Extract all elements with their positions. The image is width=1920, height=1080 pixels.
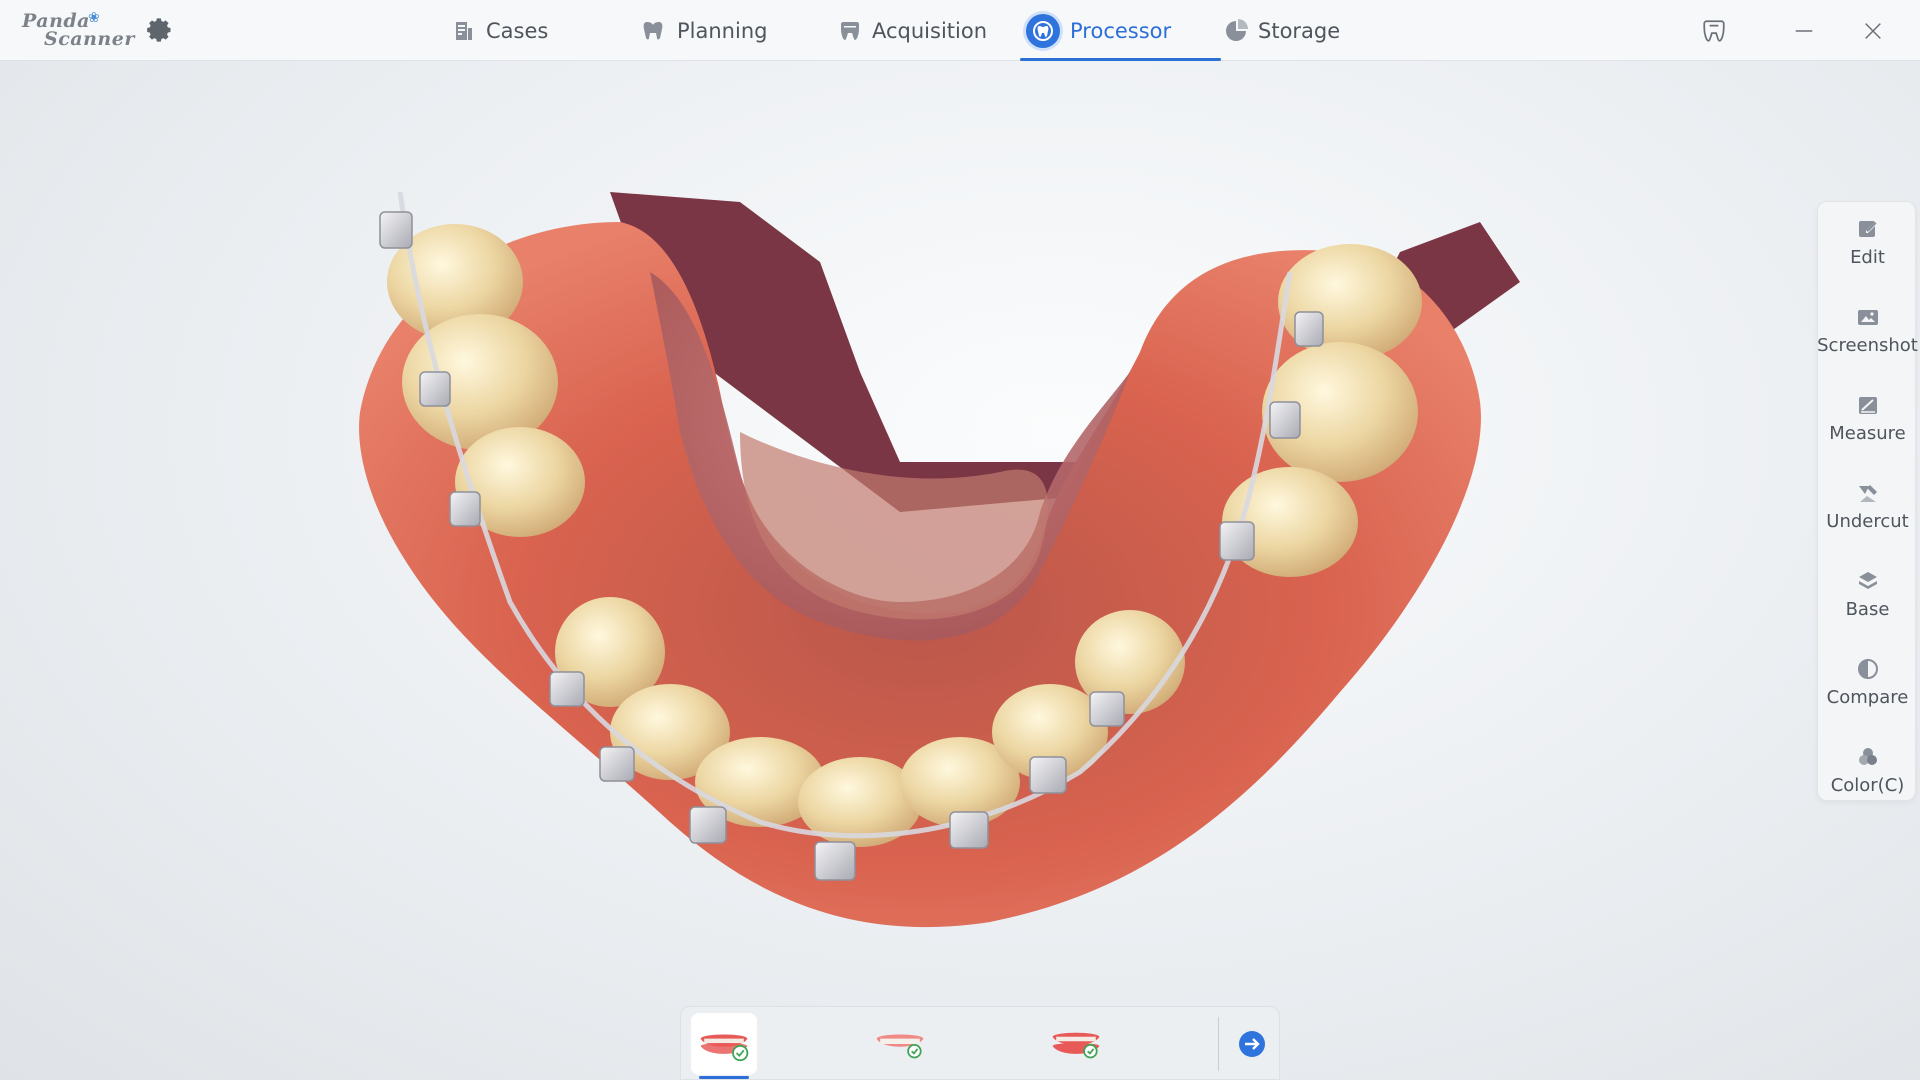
screenshot-icon <box>1857 309 1878 325</box>
minimize-icon[interactable] <box>1787 14 1821 48</box>
tool-panel: Edit Screenshot Measure Undercut Base Co… <box>1817 201 1918 801</box>
tool-color[interactable]: Color(C) <box>1818 730 1917 810</box>
tool-compare[interactable]: Compare <box>1818 642 1917 722</box>
tab-processor[interactable]: Processor <box>1020 0 1222 61</box>
tool-base-label: Base <box>1845 598 1890 620</box>
next-step-arrow-icon[interactable] <box>1233 1025 1271 1063</box>
tab-processor-label: Processor <box>1070 18 1172 43</box>
upper-jaw-button[interactable] <box>867 1013 933 1075</box>
tab-acquisition-label: Acquisition <box>872 18 988 43</box>
3d-viewport[interactable] <box>0 62 1920 1080</box>
compare-icon <box>1857 658 1878 679</box>
tab-cases-label: Cases <box>486 18 549 43</box>
dental-scan-model[interactable] <box>340 132 1640 1052</box>
active-tab-indicator <box>1020 58 1222 61</box>
tool-undercut-label: Undercut <box>1826 510 1909 532</box>
color-icon <box>1858 747 1877 765</box>
tool-edit-label: Edit <box>1850 246 1885 268</box>
tool-undercut[interactable]: Undercut <box>1818 466 1917 546</box>
tool-color-label: Color(C) <box>1830 774 1905 796</box>
tab-acquisition[interactable]: Acquisition <box>832 0 993 61</box>
base-icon <box>1858 571 1877 589</box>
panda-scanner-logo: Panda ❀ Scanner <box>20 10 134 50</box>
tab-storage-label: Storage <box>1258 18 1341 43</box>
cases-icon <box>456 21 472 40</box>
tool-screenshot[interactable]: Screenshot <box>1817 290 1918 370</box>
tooth-view-icon[interactable] <box>1697 14 1731 48</box>
lower-jaw-button[interactable] <box>691 1013 757 1079</box>
close-icon[interactable] <box>1856 14 1890 48</box>
undercut-icon <box>1858 484 1877 502</box>
paw-icon: ❀ <box>88 10 100 26</box>
upper-jaw-icon <box>876 1034 924 1059</box>
storage-icon <box>1226 18 1248 41</box>
tab-cases[interactable]: Cases <box>446 0 554 61</box>
jaw-selector-bar <box>680 1006 1280 1080</box>
tool-base[interactable]: Base <box>1818 554 1917 634</box>
bite-button[interactable] <box>1043 1013 1109 1075</box>
tab-planning[interactable]: Planning <box>637 0 773 61</box>
tool-screenshot-label: Screenshot <box>1817 334 1918 356</box>
processor-icon <box>1026 13 1060 48</box>
measure-icon <box>1858 396 1877 414</box>
edit-icon <box>1858 220 1877 237</box>
acquisition-icon <box>841 21 859 40</box>
bite-icon <box>1052 1032 1100 1059</box>
jaw-bar-divider <box>1218 1017 1219 1071</box>
tool-measure[interactable]: Measure <box>1818 378 1917 458</box>
planning-icon <box>643 21 663 39</box>
tool-measure-label: Measure <box>1829 422 1906 444</box>
tab-planning-label: Planning <box>677 18 768 43</box>
settings-gear-icon[interactable] <box>146 16 174 44</box>
logo-line2: Scanner <box>44 28 135 50</box>
tab-storage[interactable]: Storage <box>1218 0 1346 61</box>
tool-edit[interactable]: Edit <box>1818 202 1917 282</box>
title-bar: Panda ❀ Scanner Cases Planning Acquisiti… <box>0 0 1920 61</box>
tool-compare-label: Compare <box>1826 686 1909 708</box>
lower-jaw-icon <box>700 1034 749 1062</box>
